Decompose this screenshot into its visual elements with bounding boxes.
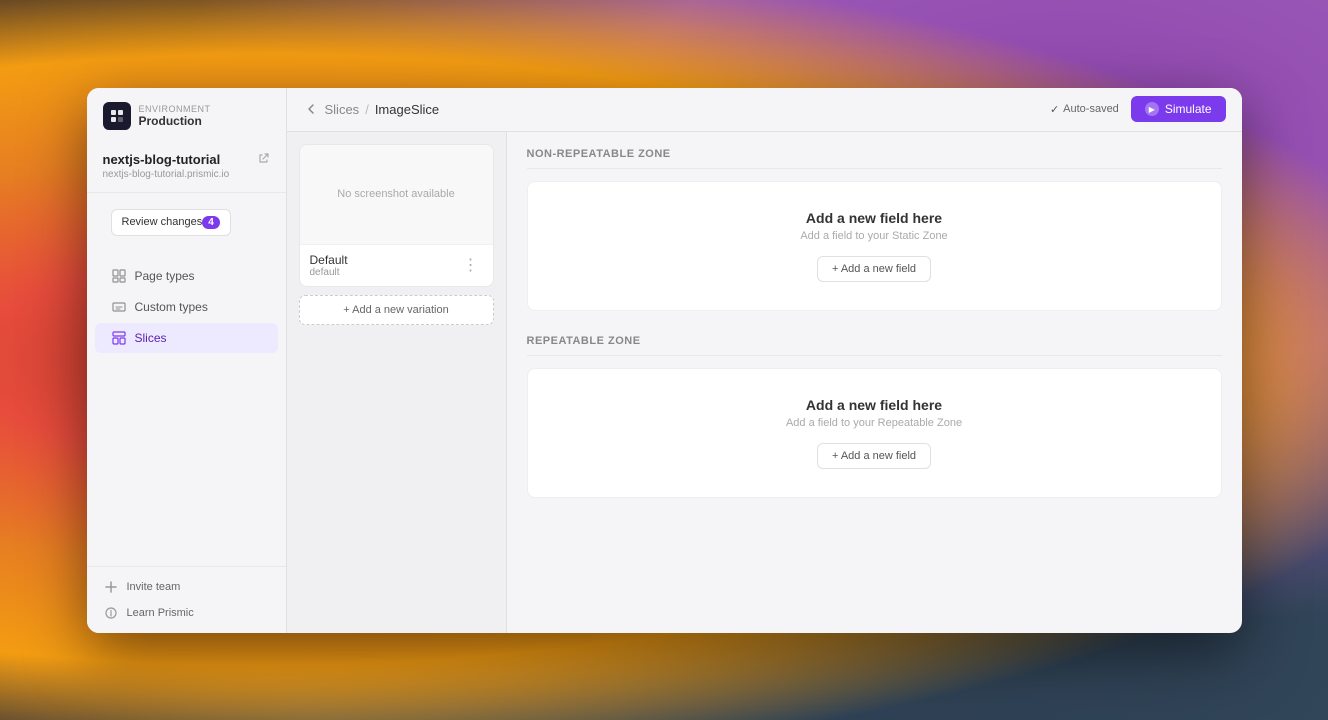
app-icon [103,102,131,130]
repeatable-zone-title: Repeatable Zone [527,335,1222,356]
checkmark-icon: ✓ [1050,103,1059,116]
content-area: No screenshot available Default default … [287,132,1242,633]
slice-card-default[interactable]: No screenshot available Default default … [299,144,494,287]
sidebar: Environment Production nextjs-blog-tutor… [87,88,287,633]
environment-name: Production [139,114,211,128]
breadcrumb-parent: Slices [325,102,360,117]
slices-panel: No screenshot available Default default … [287,132,507,633]
non-repeatable-zone: Non-Repeatable Zone Add a new field here… [527,148,1222,311]
project-section: nextjs-blog-tutorial nextjs-blog-tutoria… [87,144,286,193]
main-content: Slices / ImageSlice ✓ Auto-saved ▶ Simul… [287,88,1242,633]
custom-types-icon [111,299,127,315]
plus-icon [103,579,119,595]
add-variation-button[interactable]: + Add a new variation [299,295,494,325]
environment-label: Environment [139,104,211,114]
page-types-icon [111,268,127,284]
slice-info: Default default ⋮ [300,245,493,286]
topbar: Slices / ImageSlice ✓ Auto-saved ▶ Simul… [287,88,1242,132]
review-changes-badge: 4 [202,216,220,229]
slices-icon [111,330,127,346]
custom-types-label: Custom types [135,300,208,314]
learn-prismic-item[interactable]: Learn Prismic [103,605,270,621]
sidebar-item-page-types[interactable]: Page types [95,261,278,291]
add-field-repeatable-button[interactable]: + Add a new field [817,443,931,469]
review-changes-button[interactable]: Review changes 4 [111,209,231,236]
fields-panel: Non-Repeatable Zone Add a new field here… [507,132,1242,633]
environment-info: Environment Production [139,104,211,128]
non-repeatable-empty-subtitle: Add a field to your Static Zone [548,230,1201,242]
slice-name-block: Default default [310,253,348,278]
slice-name: Default [310,253,348,267]
simulate-icon: ▶ [1145,102,1159,116]
slice-preview: No screenshot available [300,145,493,245]
add-field-non-repeatable-button[interactable]: + Add a new field [817,256,931,282]
breadcrumb-current: ImageSlice [375,102,439,117]
auto-saved-indicator: ✓ Auto-saved [1050,103,1119,116]
sidebar-header: Environment Production [87,88,286,144]
topbar-actions: ✓ Auto-saved ▶ Simulate [1050,96,1226,122]
learn-prismic-label: Learn Prismic [127,607,194,619]
non-repeatable-zone-empty: Add a new field here Add a field to your… [527,181,1222,311]
slices-label: Slices [135,331,167,345]
repeatable-empty-title: Add a new field here [548,397,1201,413]
repeatable-zone-empty: Add a new field here Add a field to your… [527,368,1222,498]
page-types-label: Page types [135,269,195,283]
nav-items: Page types Custom types [87,252,286,566]
simulate-button[interactable]: ▶ Simulate [1131,96,1226,122]
sidebar-item-slices[interactable]: Slices [95,323,278,353]
non-repeatable-zone-title: Non-Repeatable Zone [527,148,1222,169]
invite-team-label: Invite team [127,581,181,593]
invite-team-item[interactable]: Invite team [103,579,270,595]
repeatable-zone: Repeatable Zone Add a new field here Add… [527,335,1222,498]
circle-info-icon [103,605,119,621]
sidebar-item-custom-types[interactable]: Custom types [95,292,278,322]
repeatable-empty-subtitle: Add a field to your Repeatable Zone [548,417,1201,429]
project-name: nextjs-blog-tutorial [103,152,270,167]
slice-variation: default [310,267,348,278]
project-url: nextjs-blog-tutorial.prismic.io [103,169,270,180]
breadcrumb: Slices / ImageSlice [303,101,440,117]
slice-menu-button[interactable]: ⋮ [459,255,483,275]
breadcrumb-back-button[interactable] [303,101,319,117]
non-repeatable-empty-title: Add a new field here [548,210,1201,226]
app-window: Environment Production nextjs-blog-tutor… [87,88,1242,633]
sidebar-footer: Invite team Learn Prismic [87,566,286,633]
breadcrumb-separator: / [365,102,369,117]
external-link-icon[interactable] [258,152,270,167]
